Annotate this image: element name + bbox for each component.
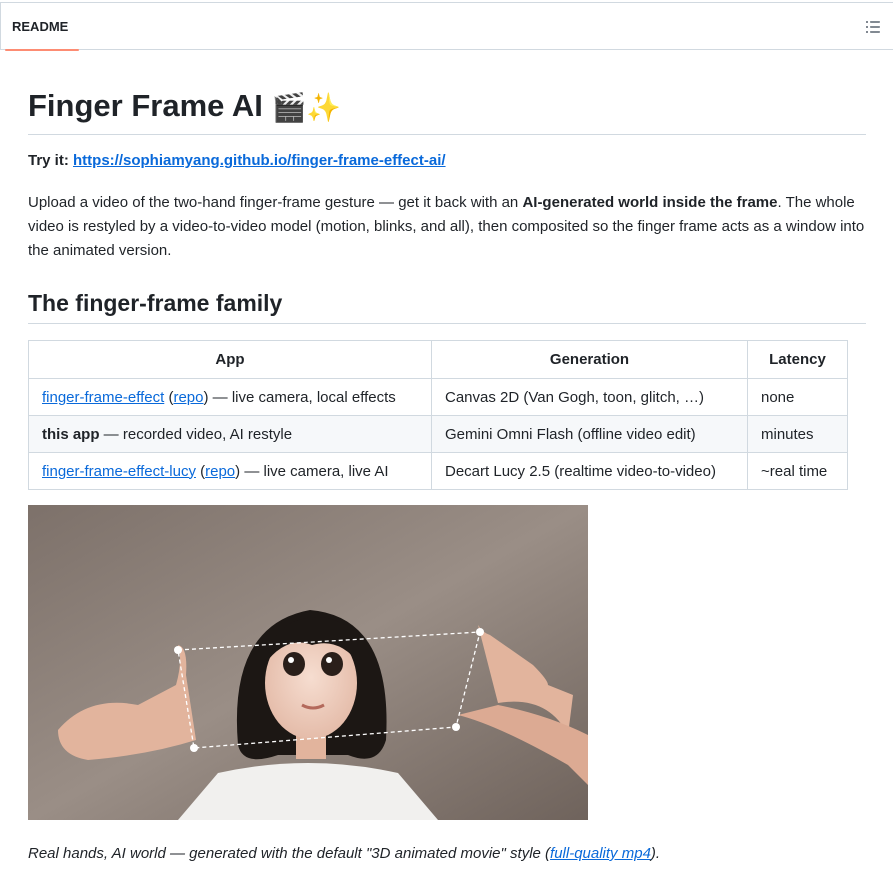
app-bold-name: this app <box>42 425 100 443</box>
table-header-generation: Generation <box>431 340 748 379</box>
app-link[interactable]: finger-frame-effect-lucy <box>42 463 196 480</box>
intro-paragraph: Upload a video of the two-hand finger-fr… <box>28 191 866 263</box>
demo-illustration <box>28 505 588 820</box>
table-cell-app: finger-frame-effect-lucy (repo) — live c… <box>28 452 432 490</box>
caption-text: Real hands, AI world — generated with th… <box>28 845 551 862</box>
table-cell-latency: ~real time <box>747 452 848 490</box>
table-cell-generation: Decart Lucy 2.5 (realtime video-to-video… <box>431 452 748 490</box>
table-header-latency: Latency <box>747 340 848 379</box>
app-description: ) — live camera, live AI <box>235 462 389 480</box>
intro-text-1: Upload a video of the two-hand finger-fr… <box>28 194 523 211</box>
app-description: — recorded video, AI restyle <box>99 425 293 443</box>
table-cell-app: this app — recorded video, AI restyle <box>28 415 432 453</box>
image-caption: Real hands, AI world — generated with th… <box>28 845 660 862</box>
try-it-label: Try it: <box>28 152 69 169</box>
table-cell-latency: minutes <box>747 415 848 453</box>
table-cell-latency: none <box>747 378 848 416</box>
table-header-row: App Generation Latency <box>28 340 848 379</box>
family-heading: The finger-frame family <box>28 287 866 324</box>
caption-end: ). <box>650 845 661 862</box>
demo-image <box>28 505 588 820</box>
table-cell-app: finger-frame-effect (repo) — live camera… <box>28 378 432 416</box>
table-cell-generation: Canvas 2D (Van Gogh, toon, glitch, …) <box>431 378 748 416</box>
tab-readme[interactable]: README <box>1 3 80 51</box>
list-unordered-icon <box>866 21 880 33</box>
repo-link[interactable]: repo <box>205 463 235 480</box>
readme-tabbar: README <box>0 2 893 51</box>
table-row: finger-frame-effect (repo) — live camera… <box>28 378 848 416</box>
page-title-text: Finger Frame AI <box>28 88 263 123</box>
sparkles-icon: ✨ <box>306 91 342 123</box>
family-table: App Generation Latency finger-frame-effe… <box>28 340 848 490</box>
table-row: this app — recorded video, AI restyle Ge… <box>28 415 848 453</box>
table-of-contents-button[interactable] <box>863 17 883 37</box>
repo-link[interactable]: repo <box>173 389 203 406</box>
app-link[interactable]: finger-frame-effect <box>42 389 164 406</box>
paren-open: ( <box>195 462 206 480</box>
intro-bold: AI-generated world inside the frame <box>522 194 778 211</box>
page-title: Finger Frame AI 🎬✨ <box>28 86 866 135</box>
try-it-link[interactable]: https://sophiamyang.github.io/finger-fra… <box>73 152 446 169</box>
table-header-app: App <box>28 340 432 379</box>
try-it-line: Try it: https://sophiamyang.github.io/fi… <box>28 152 446 169</box>
full-quality-mp4-link[interactable]: full-quality mp4 <box>550 845 651 862</box>
table-cell-generation: Gemini Omni Flash (offline video edit) <box>431 415 748 453</box>
table-row: finger-frame-effect-lucy (repo) — live c… <box>28 452 848 490</box>
app-description: ) — live camera, local effects <box>203 388 396 406</box>
tab-readme-label: README <box>12 19 69 34</box>
clapperboard-icon: 🎬 <box>271 91 307 123</box>
